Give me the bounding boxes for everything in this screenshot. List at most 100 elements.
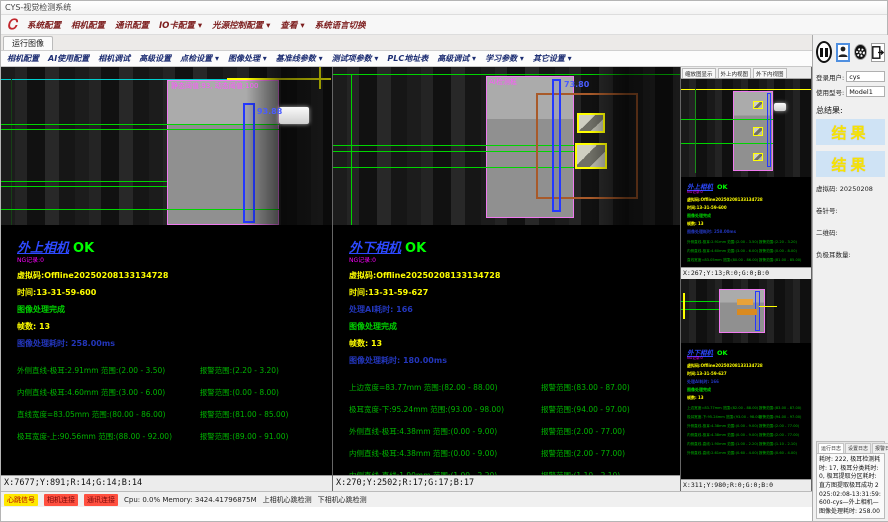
measure-line [1,181,167,182]
time-line: 时间:13-31-59-600 [17,287,332,298]
ng-record: NG记录:0 [349,255,680,264]
measurement-row: 极耳宽度-上:90.56mm 范围:(88.00 - 92.00)报警范围:(8… [17,431,332,442]
result-block-lower: 外下相机OK NG记录:0 虚拟码:Offline202502081331347… [333,225,680,475]
menu-item-camera-config[interactable]: 相机配置 [71,19,105,31]
alarm-range: 报警范围:(0.00 - 8.00) [200,387,279,398]
measure-roi-blue [552,79,561,212]
menu-item-light-config[interactable]: 光源控制配置 ▾ [212,19,270,31]
measure-line [1,209,279,210]
window-title: CYS-视觉检测系统 [5,3,71,12]
threshold-overlay-label: 静态阈值:93, 动态阈值:100 [171,81,258,91]
measurement-value: 外侧直线-极耳:4.38mm 范围:(0.00 - 9.00) [349,426,541,437]
log-tab-run[interactable]: 运行日志 [818,443,844,453]
exit-button[interactable] [871,43,885,62]
gear-icon [855,47,866,58]
tool-ai-config[interactable]: AI使用配置 [48,53,89,64]
mini-view-column: 缩放图显示 外上内视图 外下内视图 [681,67,812,491]
measurement-row: 极耳宽度-下:95.24mm 范围:(93.00 - 98.00)报警范围:(9… [349,404,680,415]
measure-line [1,124,279,125]
mini-tab-upper-view[interactable]: 外上内视图 [718,68,752,78]
barcode-info-value: 20250208 [840,185,873,193]
tab-detect-box [575,143,607,169]
pause-button[interactable] [816,41,832,63]
menu-item-comm-config[interactable]: 通讯配置 [115,19,149,31]
menu-item-system-config[interactable]: 系统配置 [27,19,61,31]
menu-item-io-config[interactable]: IO卡配置 ▾ [159,19,202,31]
mini-image-lower[interactable] [681,279,811,343]
ai-elapsed-line: 处理AI耗时: 166 [687,379,811,385]
process-done-line: 图像处理完成 [17,304,332,315]
exit-door-icon [872,46,884,59]
ai-elapsed-line: 处理AI耗时: 166 [349,304,680,315]
mini-tab-lower-view[interactable]: 外下内视图 [753,68,787,78]
measure-overlay-value: 93.88 [257,107,282,116]
camera-panel-upper[interactable]: 静态阈值:93, 动态阈值:100 93.88 外上相机OK NG记录:0 虚拟… [1,67,333,491]
cpu-memory-text: Cpu: 0.0% Memory: 3424.41796875M [124,496,257,504]
alarm-range: 报警范围:(2.20 - 3.20) [200,365,279,376]
highlight-mark [737,309,757,315]
camera-image-upper[interactable]: 静态阈值:93, 动态阈值:100 93.88 [1,67,332,225]
menu-item-language[interactable]: 系统语言切换 [315,19,366,31]
upper-cam-heartbeat-text: 上相机心跳检测 [263,495,312,505]
tool-camera-config[interactable]: 相机配置 [7,53,39,64]
measurement-value: 上边宽度=83.77mm 范围:(82.00 - 88.00) [349,382,541,393]
tool-test-params[interactable]: 测试项参数 ▾ [332,53,379,64]
log-text[interactable]: 耗时: 222, 极耳检测耗时: 17, 极耳分类耗时: 0, 极耳提取分区耗时… [817,454,884,518]
settings-button[interactable] [854,44,867,60]
qr-code-label: 二维码: [816,227,885,237]
mini-panel-lower[interactable]: 外下相机OK NG记录:0 虚拟码:Offline202502081331347… [681,279,812,491]
login-user-label: 登录用户: [816,72,844,82]
camera-title: 外上相机 [17,241,69,256]
app-window: CYS-视觉检测系统 Ꮯ 系统配置 相机配置 通讯配置 IO卡配置 ▾ 光源控制… [0,0,888,522]
measurement-value: 极耳宽度-下:95.24mm 范围:(93.00 - 98.00) [349,404,541,415]
barcode-line: 虚拟码:Offline20250208133134728 [349,270,680,281]
tool-spot-check[interactable]: 点检设置 ▾ [180,53,219,64]
mini-panel-upper[interactable]: 缩放图显示 外上内视图 外下内视图 [681,67,812,279]
alarm-range: 报警范围:(94.00 - 97.00) [541,404,630,415]
tool-advanced-settings[interactable]: 高级设置 [139,53,171,64]
tool-plc-table[interactable]: PLC地址表 [387,53,428,64]
menu-item-view[interactable]: 查看 ▾ [280,19,304,31]
toolbar: 相机配置 AI使用配置 相机调试 高级设置 点检设置 ▾ 图像处理 ▾ 基准线参… [1,51,812,67]
pixel-coordinate-bar-upper: X:7677;Y:891;R:14;G:14;B:14 [1,475,332,491]
camera-image-lower[interactable]: AI检测框 73.80 [333,67,680,225]
product-region [167,80,279,225]
measure-overlay-value: 73.80 [564,80,589,89]
alarm-range: 报警范围:(83.00 - 87.00) [541,382,630,393]
log-tab-alarm[interactable]: 报警日志 [872,443,888,453]
pin-number-label: 卷针号: [816,205,885,215]
camera-panel-lower[interactable]: AI检测框 73.80 外下相机OK NG记录:0 虚拟码:Offline202… [333,67,681,491]
user-icon [838,46,848,58]
barcode-info: 虚拟码: 20250208 [816,183,885,193]
tab-run-image[interactable]: 运行图像 [3,36,53,50]
measurement-list: 外侧直线-极耳:2.91mm 范围:(2.00 - 3.50)报警范围:(2.2… [17,365,332,442]
log-tab-settings[interactable]: 设置日志 [845,443,871,453]
camera-link-badge: 相机连接 [44,494,78,506]
tool-advanced-debug[interactable]: 高级调试 ▾ [437,53,476,64]
tool-camera-debug[interactable]: 相机调试 [98,53,130,64]
measurement-value: 内侧直线-极耳:4.60mm 范围:(3.00 - 6.00) [17,387,200,398]
baseline-green [333,74,680,75]
tool-learn-params[interactable]: 学习参数 ▾ [485,53,524,64]
tool-baseline-params[interactable]: 基准线参数 ▾ [276,53,323,64]
tool-other-settings[interactable]: 其它设置 ▾ [533,53,572,64]
login-user-field[interactable]: cys [846,71,885,82]
measurement-value: 内侧直线-极耳:4.38mm 范围:(0.00 - 9.00) [349,448,541,459]
tool-image-process[interactable]: 图像处理 ▾ [228,53,267,64]
barcode-info-label: 虚拟码: [816,185,838,193]
mini-image-upper[interactable] [681,79,811,177]
mini-result-upper: 外上相机OK NG记录:0 虚拟码:Offline202502081331347… [681,177,811,267]
log-tab-strip: 运行日志 设置日志 报警日志 [817,442,884,454]
measurement-row: 上边宽度=83.77mm 范围:(82.00 - 88.00)报警范围:(83.… [349,382,680,393]
result-block-upper: 外上相机OK NG记录:0 虚拟码:Offline202502081331347… [1,225,332,475]
barcode-line: 虚拟码:Offline20250208133134728 [687,363,811,369]
mini-tab-zoom[interactable]: 缩放图显示 [682,68,716,78]
measure-roi-blue [243,103,255,223]
model-field[interactable]: Model1 [846,86,885,97]
result-status: OK [405,241,426,256]
user-button[interactable] [836,43,850,62]
guide-line-green [351,74,352,225]
measurement-row: 内侧直线-极耳:4.60mm 范围:(3.00 - 6.00)报警范围:(0.0… [17,387,332,398]
highlight-mark [737,299,753,305]
measurement-value: 直线宽度=83.05mm 范围:(80.00 - 86.00) [17,409,200,420]
